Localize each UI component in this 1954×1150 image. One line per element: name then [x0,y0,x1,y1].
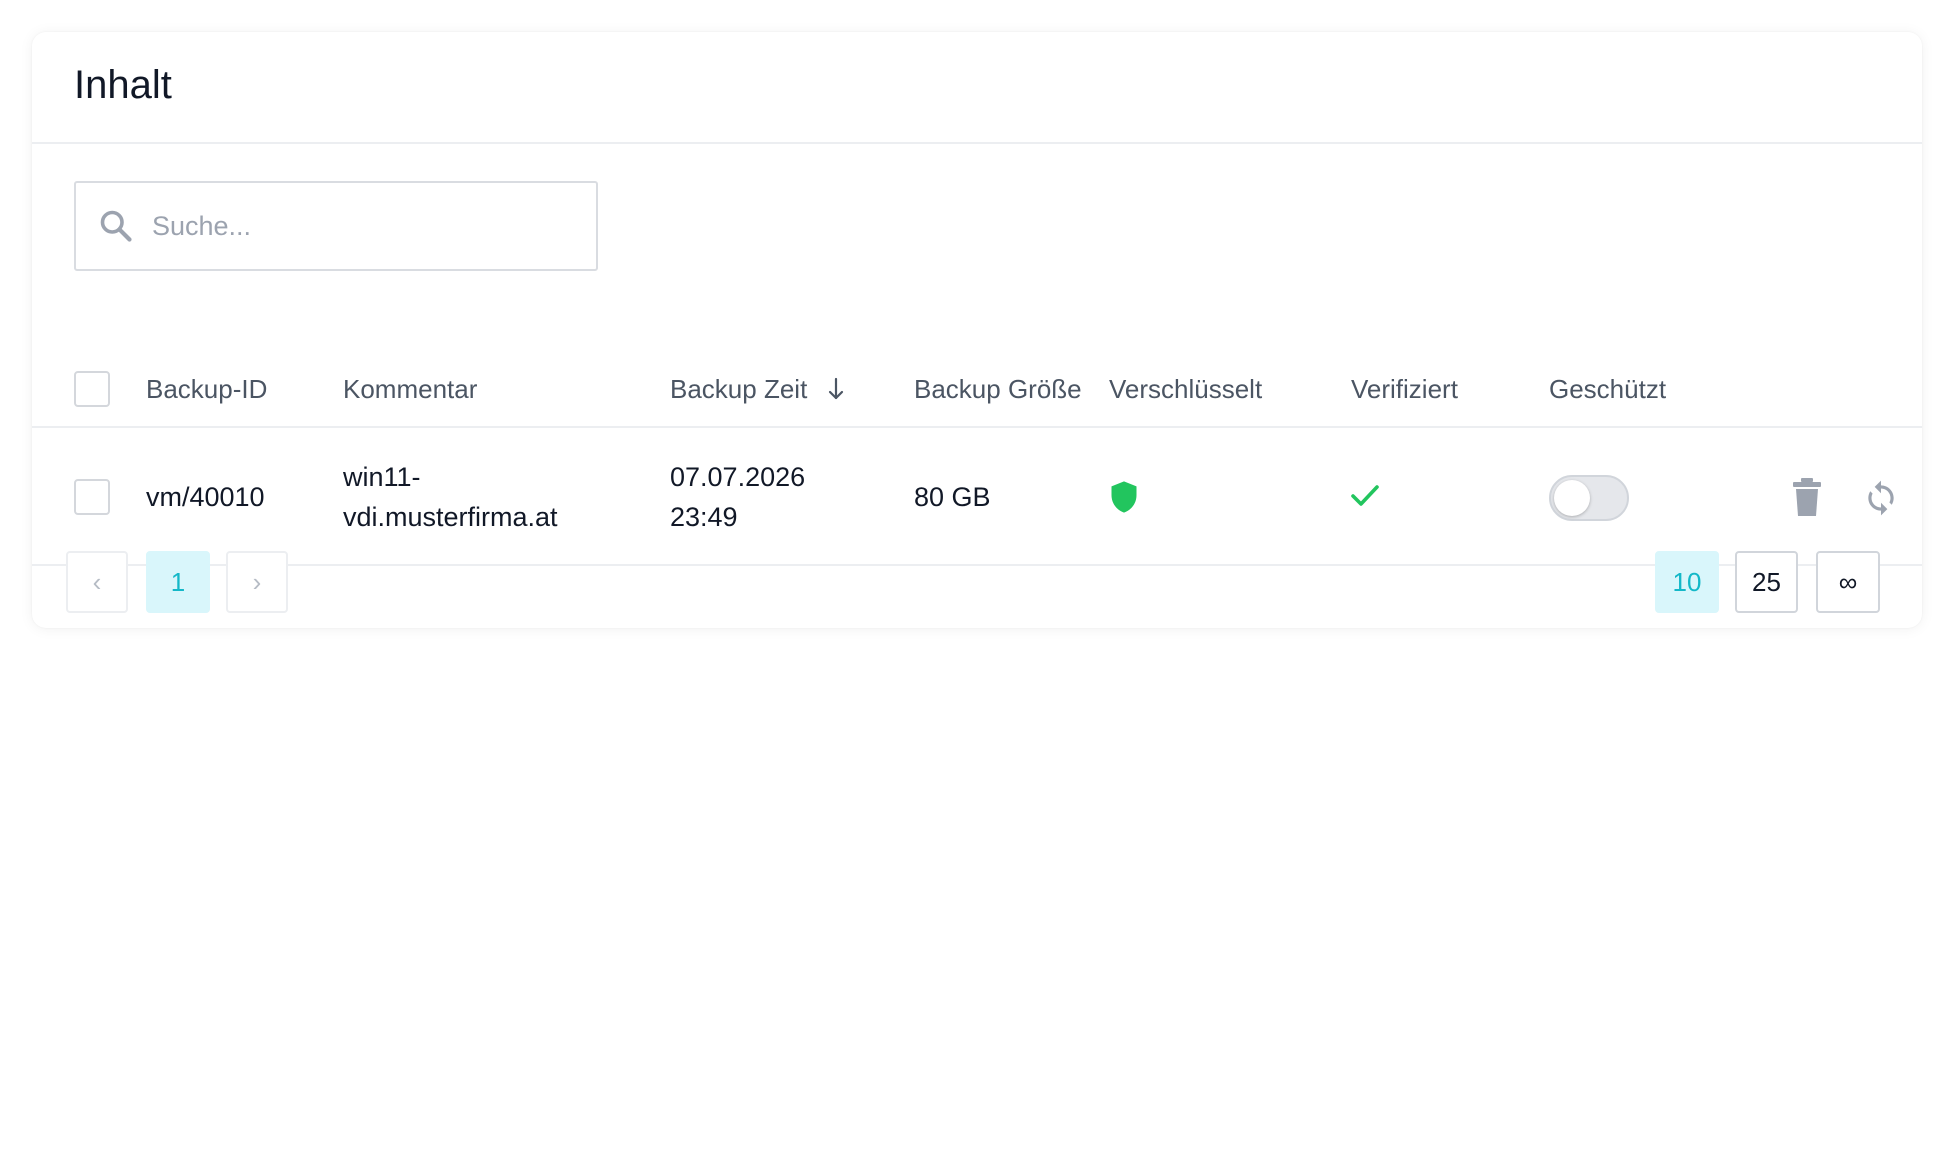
backup-time-cell: 07.07.2026 23:49 [670,457,805,537]
backup-size-cell: 80 GB [914,482,991,512]
page-size-all-button[interactable]: ∞ [1816,551,1880,613]
refresh-icon[interactable] [1862,478,1900,518]
column-header-protected[interactable]: Geschützt [1549,352,1666,426]
page-button-1[interactable]: 1 [146,551,210,613]
page-size-25-button[interactable]: 25 [1735,551,1798,613]
comment-cell: win11- vdi.musterfirma.at [343,457,558,537]
next-page-button[interactable]: › [226,551,288,613]
search-icon [100,210,132,242]
arrow-down-icon [829,377,844,400]
select-all-checkbox[interactable] [74,371,110,407]
toggle-knob [1554,480,1590,516]
search-box[interactable] [74,181,598,271]
column-header-encrypted[interactable]: Verschlüsselt [1109,352,1262,426]
table-row: vm/40010 win11- vdi.musterfirma.at 07.07… [32,428,1922,566]
row-select-checkbox[interactable] [74,479,110,515]
search-input[interactable] [150,209,554,243]
table-header: Backup-ID Kommentar Backup Zeit Backup G… [32,352,1922,428]
column-header-verified[interactable]: Verifiziert [1351,352,1458,426]
protected-toggle[interactable] [1549,475,1629,521]
column-header-backup-id[interactable]: Backup-ID [146,352,267,426]
card-header: Inhalt [32,32,1922,144]
content-card: Inhalt Backup-ID Kommentar Backup Zeit B… [32,32,1922,628]
column-header-backup-time[interactable]: Backup Zeit [670,352,845,426]
checkmark-icon [1351,485,1379,506]
shield-icon [1111,481,1137,513]
column-header-backup-time-label: Backup Zeit [670,373,808,404]
backup-clock-time: 23:49 [670,502,738,532]
chevron-left-icon: ‹ [92,566,102,597]
trash-icon[interactable] [1792,478,1822,516]
backup-id-cell: vm/40010 [146,482,265,512]
previous-page-button[interactable]: ‹ [66,551,128,613]
page-size-10-button[interactable]: 10 [1655,551,1719,613]
column-header-backup-size[interactable]: Backup Größe [914,352,1082,426]
chevron-right-icon: › [252,566,262,597]
comment-line-2: vdi.musterfirma.at [343,502,558,532]
comment-line-1: win11- [343,462,421,492]
column-header-comment[interactable]: Kommentar [343,352,477,426]
card-title: Inhalt [74,62,172,107]
backup-date: 07.07.2026 [670,462,806,492]
